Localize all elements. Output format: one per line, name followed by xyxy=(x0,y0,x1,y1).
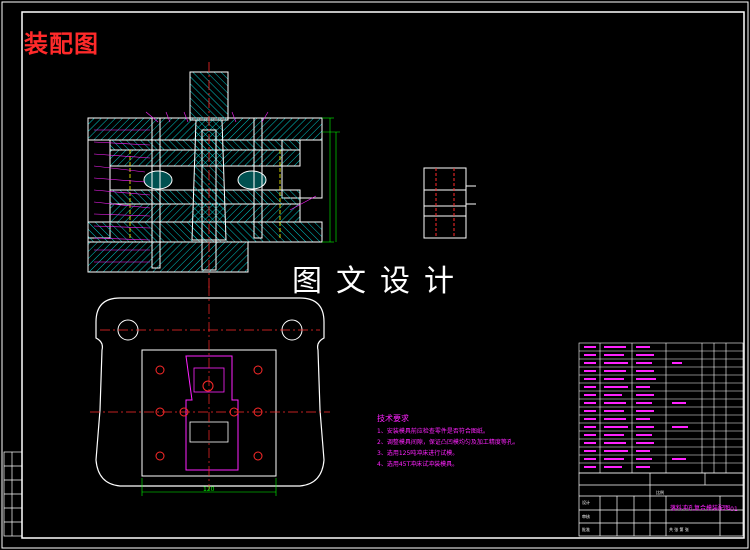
left-revision-strip xyxy=(3,451,23,537)
notes-heading: 技术要求 xyxy=(377,414,409,423)
notes-line-2: 2、调整模具间隙，保证凸凹模均匀及加工精度等孔。 xyxy=(377,439,519,446)
drawing-title: 装配图 xyxy=(24,30,99,58)
title-block-sheet-label: 共 张 第 张 xyxy=(669,527,689,532)
title-block-drawing-code: -01 xyxy=(728,506,738,513)
title-block-approve-label: 批准 xyxy=(582,527,590,532)
notes-line-3: 3、选用125吨冲床进行试模。 xyxy=(377,450,459,457)
parts-list xyxy=(578,342,744,474)
title-block-scale-label: 比例 xyxy=(656,490,664,495)
title-block-drawing-name: 落料冲孔复合模装配图 xyxy=(670,505,731,512)
title-block-design-label: 设计 xyxy=(582,500,590,505)
notes-line-1: 1、安装模具前应检查零件是否符合图纸。 xyxy=(377,428,489,435)
notes-line-4: 4、选用45T冲床试冲装模具。 xyxy=(377,461,459,468)
plan-view xyxy=(90,286,330,496)
watermark-text: 图文设计 xyxy=(292,264,468,299)
title-block-check-label: 审核 xyxy=(582,514,590,519)
width-dimension: 120 xyxy=(203,486,215,493)
technical-notes: 技术要求 1、安装模具前应检查零件是否符合图纸。 2、调整模具间隙，保证凸凹模均… xyxy=(377,413,519,470)
detail-view xyxy=(423,167,476,239)
